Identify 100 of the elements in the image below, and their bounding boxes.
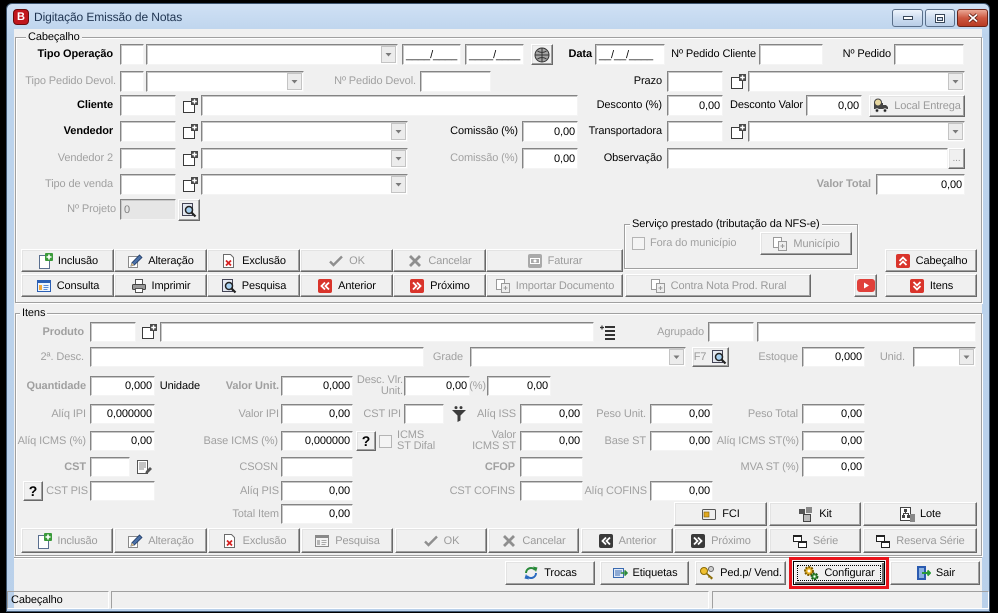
input-field[interactable]: __/__/____ bbox=[595, 44, 665, 65]
status-panel: Cabeçalho bbox=[7, 591, 109, 609]
help-button[interactable]: ? bbox=[23, 481, 43, 501]
input-field[interactable]: 0,00 bbox=[802, 457, 865, 477]
add-record-icon[interactable] bbox=[182, 124, 198, 140]
input-field[interactable]: 0,00 bbox=[281, 481, 353, 501]
dropdown-field[interactable] bbox=[748, 121, 965, 142]
input-field[interactable]: 0,00 bbox=[281, 504, 353, 524]
input-field[interactable]: ____/____ bbox=[402, 44, 461, 65]
dropdown-field[interactable] bbox=[201, 121, 408, 142]
input-field[interactable] bbox=[520, 457, 583, 477]
input-field[interactable]: 0,00 bbox=[806, 95, 862, 116]
document-edit-icon[interactable] bbox=[136, 459, 152, 475]
search-button[interactable] bbox=[178, 198, 200, 220]
add-record-icon[interactable] bbox=[730, 124, 746, 140]
add-button[interactable]: Inclusão bbox=[21, 249, 114, 272]
search-button[interactable]: Pesquisa bbox=[207, 274, 300, 297]
input-field[interactable] bbox=[120, 174, 176, 195]
input-field[interactable] bbox=[120, 71, 144, 92]
input-field[interactable]: 0,00 bbox=[487, 376, 551, 396]
delete-button[interactable]: Exclusão bbox=[207, 249, 300, 272]
input-field[interactable] bbox=[281, 457, 353, 477]
input-field[interactable] bbox=[667, 148, 948, 169]
add-record-icon[interactable] bbox=[182, 98, 198, 114]
input-field[interactable] bbox=[90, 347, 424, 367]
input-field[interactable]: 0,00 bbox=[90, 431, 155, 451]
edit-button[interactable]: Alteração bbox=[114, 249, 207, 272]
dropdown-field[interactable] bbox=[146, 44, 398, 65]
dropdown-field[interactable] bbox=[146, 71, 304, 92]
query-button[interactable]: Consulta bbox=[21, 274, 114, 297]
help-button[interactable]: ? bbox=[356, 431, 376, 451]
sales-order-button[interactable]: Ped.p/ Vend. bbox=[695, 561, 786, 585]
header-section-button[interactable]: Cabeçalho bbox=[885, 249, 977, 272]
input-field[interactable]: 0,000000 bbox=[90, 404, 155, 424]
list-icon[interactable] bbox=[600, 324, 616, 340]
close-button[interactable] bbox=[957, 9, 988, 27]
input-field[interactable]: 0,00 bbox=[522, 121, 578, 142]
input-field[interactable] bbox=[708, 322, 754, 342]
add-record-icon[interactable] bbox=[182, 176, 198, 192]
dropdown-field[interactable] bbox=[470, 347, 686, 367]
play-button[interactable] bbox=[854, 274, 877, 297]
add-record-icon[interactable] bbox=[730, 74, 746, 90]
input-field[interactable]: ____/____ bbox=[465, 44, 524, 65]
funnel-icon[interactable] bbox=[451, 406, 467, 422]
items-section-button[interactable]: Itens bbox=[885, 274, 977, 297]
print-button[interactable]: Imprimir bbox=[114, 274, 207, 297]
input-field[interactable]: 0,000 bbox=[281, 376, 353, 396]
input-field[interactable] bbox=[757, 322, 976, 342]
input-field[interactable] bbox=[120, 121, 176, 142]
dropdown-field[interactable] bbox=[913, 347, 976, 367]
input-field[interactable]: 0,00 bbox=[650, 404, 713, 424]
dropdown-field[interactable] bbox=[748, 71, 965, 92]
input-field[interactable] bbox=[667, 71, 723, 92]
input-field[interactable]: 0,000 bbox=[802, 347, 865, 367]
input-field[interactable]: 0,00 bbox=[281, 404, 353, 424]
input-field[interactable] bbox=[759, 44, 823, 65]
input-field[interactable] bbox=[404, 404, 444, 424]
input-field[interactable]: 0,00 bbox=[802, 431, 865, 451]
fci-button[interactable]: FCI bbox=[674, 502, 767, 526]
kit-button[interactable]: Kit bbox=[769, 502, 861, 526]
input-field[interactable] bbox=[667, 121, 723, 142]
input-field[interactable]: 0,00 bbox=[876, 174, 965, 195]
minimize-button[interactable] bbox=[892, 9, 923, 27]
cross-icon bbox=[501, 532, 518, 548]
input-field[interactable]: 0,00 bbox=[802, 404, 865, 424]
input-field[interactable] bbox=[90, 322, 136, 342]
input-field[interactable]: 0,00 bbox=[650, 481, 713, 501]
input-field[interactable]: 0,000000 bbox=[281, 431, 353, 451]
configure-button[interactable]: Configurar bbox=[793, 561, 885, 585]
input-field[interactable]: 0,00 bbox=[650, 431, 713, 451]
globe-button[interactable] bbox=[531, 44, 553, 65]
app-logo: B bbox=[13, 8, 29, 24]
input-field[interactable] bbox=[90, 457, 130, 477]
input-field[interactable]: 0,00 bbox=[667, 95, 723, 116]
add-record-icon[interactable] bbox=[182, 150, 198, 166]
next-button[interactable]: Próximo bbox=[393, 274, 486, 297]
exchange-button[interactable]: Trocas bbox=[505, 561, 595, 585]
input-field[interactable] bbox=[201, 95, 578, 116]
input-field[interactable]: 0,00 bbox=[520, 431, 583, 451]
input-field[interactable]: 0,000 bbox=[90, 376, 155, 396]
dropdown-field[interactable] bbox=[201, 174, 408, 195]
input-field[interactable] bbox=[90, 481, 155, 501]
maximize-button[interactable] bbox=[925, 9, 955, 27]
exit-button[interactable]: Sair bbox=[890, 561, 980, 585]
field-label: (%) bbox=[469, 380, 486, 392]
input-field[interactable] bbox=[120, 95, 176, 116]
input-field[interactable]: 0,00 bbox=[404, 376, 470, 396]
input-field[interactable]: 0,00 bbox=[520, 404, 583, 424]
input-field[interactable]: 0,00 bbox=[522, 148, 578, 169]
input-field[interactable] bbox=[160, 322, 594, 342]
input-field[interactable] bbox=[120, 148, 176, 169]
input-field[interactable] bbox=[420, 71, 491, 92]
lot-button[interactable]: Lote bbox=[863, 502, 977, 526]
dropdown-field[interactable] bbox=[201, 148, 408, 169]
input-field[interactable] bbox=[894, 44, 964, 65]
input-field[interactable] bbox=[520, 481, 583, 501]
add-record-icon[interactable] bbox=[141, 324, 157, 340]
labels-button[interactable]: Etiquetas bbox=[600, 561, 689, 585]
previous-button[interactable]: Anterior bbox=[300, 274, 393, 297]
input-field[interactable] bbox=[120, 44, 144, 65]
